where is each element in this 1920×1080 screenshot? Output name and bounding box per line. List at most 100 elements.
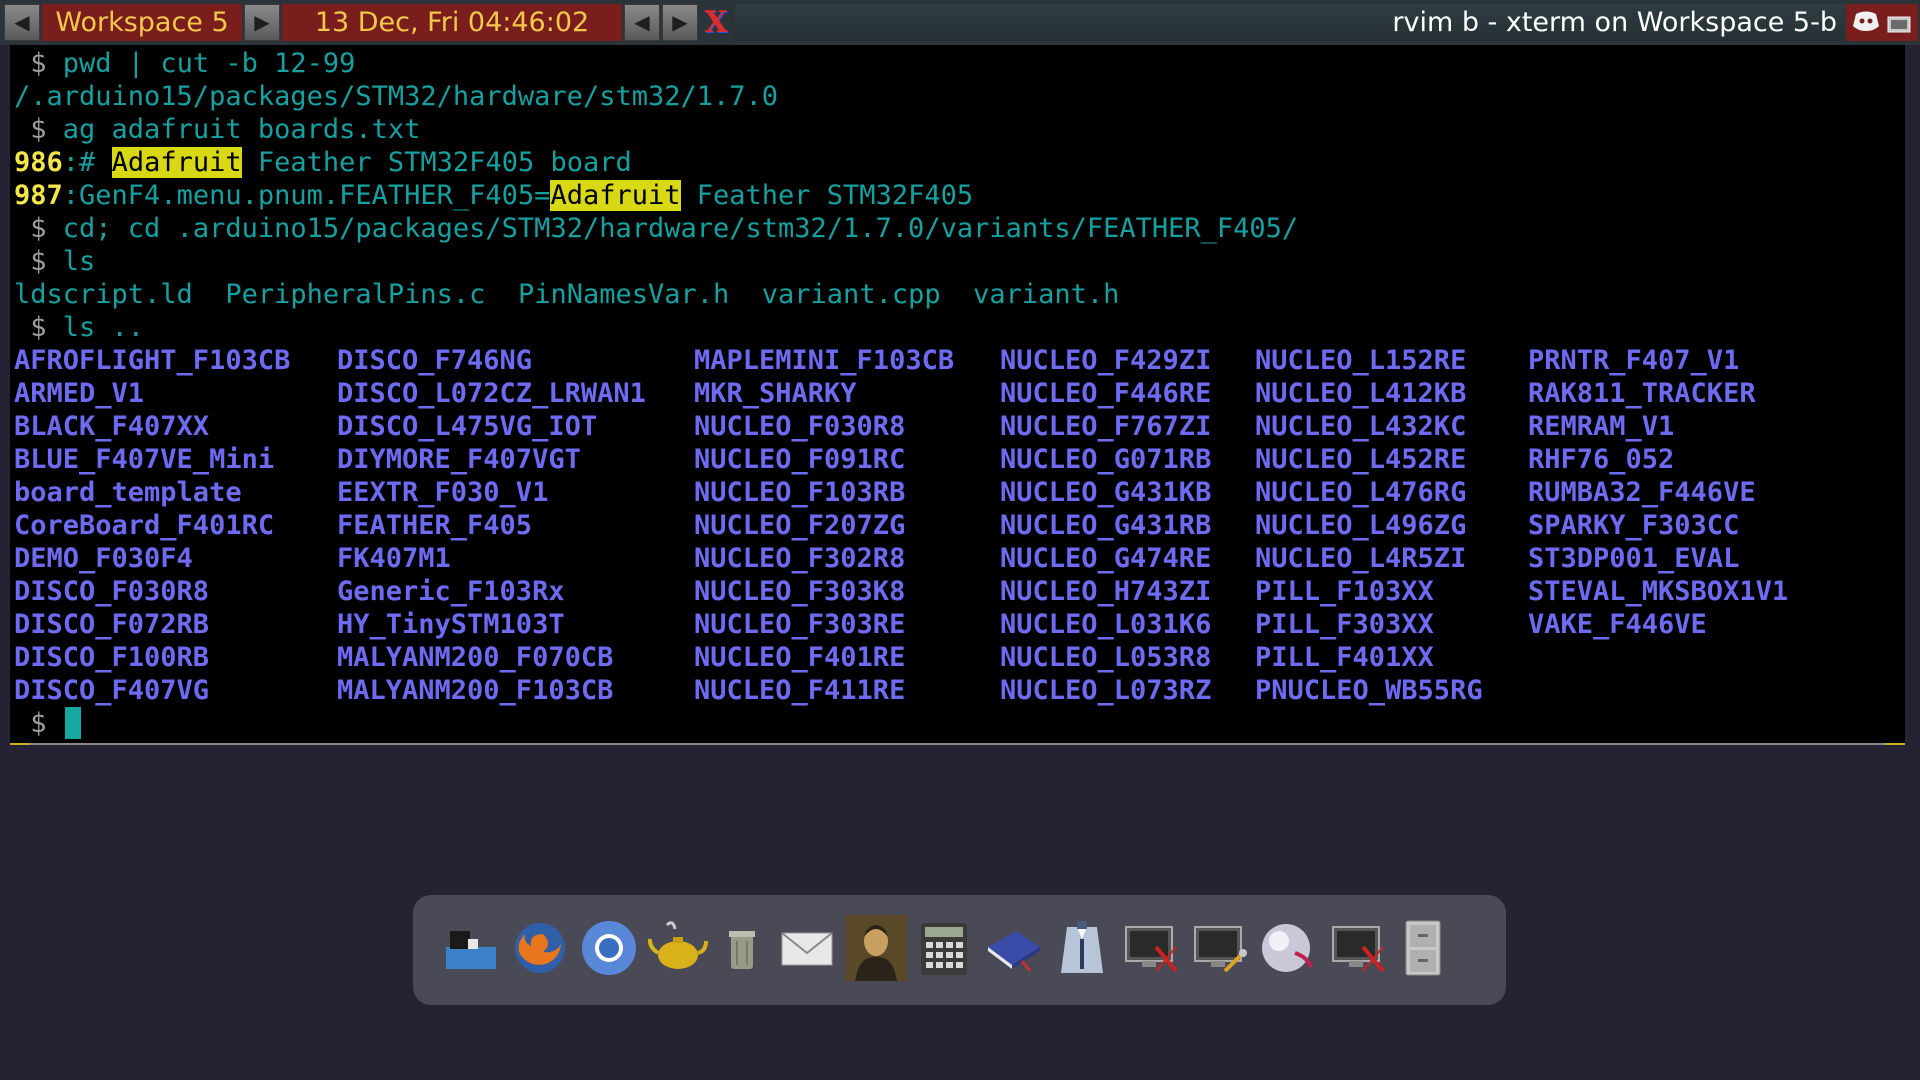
monitor-tools-icon[interactable] [1189, 909, 1251, 987]
chromium-icon[interactable] [578, 909, 640, 987]
search-result-line: 987:GenF4.menu.pnum.FEATHER_F405=Adafrui… [14, 179, 973, 212]
directory-entry: NUCLEO_L452RE [1255, 444, 1467, 475]
directory-entry: REMRAM_V1 [1528, 411, 1675, 442]
directory-entry: NUCLEO_F207ZG [694, 510, 906, 541]
directory-entry: NUCLEO_L073RZ [1000, 675, 1212, 706]
directory-entry: NUCLEO_F302R8 [694, 543, 906, 574]
directory-entry: DISCO_F030R8 [14, 576, 210, 607]
directory-entry: board_template [14, 477, 242, 508]
directory-entry: NUCLEO_F429ZI [1000, 345, 1212, 376]
directory-entry: FEATHER_F405 [337, 510, 533, 541]
directory-entry: NUCLEO_F303K8 [694, 576, 906, 607]
directory-entry: Generic_F103Rx [337, 576, 565, 607]
trash-icon[interactable] [711, 909, 773, 987]
monitor-off-icon[interactable] [1120, 909, 1182, 987]
directory-entry: RUMBA32_F446VE [1528, 477, 1756, 508]
directory-entry: NUCLEO_G071RB [1000, 444, 1212, 475]
directory-entry: HY_TinySTM103T [337, 609, 565, 640]
command-text: ls [62, 246, 96, 277]
window-prev-button[interactable]: ◀ [624, 4, 660, 41]
match-highlight: Adafruit [111, 147, 242, 178]
x-window-icon[interactable]: X [700, 5, 732, 40]
directory-entry: BLUE_F407VE_Mini [14, 444, 275, 475]
directory-entry: DISCO_L072CZ_LRWAN1 [337, 378, 646, 409]
prompt: $ [14, 114, 63, 145]
clock: 13 Dec, Fri 04:46:02 [282, 4, 622, 41]
text-cursor [65, 707, 81, 739]
window-title[interactable]: rvim b - xterm on Workspace 5-b [735, 4, 1845, 41]
command-line: $ cd; cd .arduino15/packages/STM32/hardw… [14, 212, 1298, 245]
suit-icon[interactable] [1051, 909, 1113, 987]
directory-entry: NUCLEO_F446RE [1000, 378, 1212, 409]
match-prefix: :# [62, 147, 112, 178]
command-line: $ ag adafruit boards.txt [14, 113, 420, 146]
final-prompt-line[interactable]: $ [14, 707, 63, 740]
directory-entry: NUCLEO_L031K6 [1000, 609, 1212, 640]
command-text: pwd | cut -b 12-99 [62, 48, 356, 79]
window-next-button[interactable]: ▶ [662, 4, 698, 41]
directory-entry: PILL_F401XX [1255, 642, 1434, 673]
directory-entry: NUCLEO_F091RC [694, 444, 906, 475]
directory-entry: DISCO_F072RB [14, 609, 210, 640]
command-text: ls .. [62, 312, 145, 343]
output-line: /.arduino15/packages/STM32/hardware/stm3… [14, 81, 779, 112]
directory-entry: MALYANM200_F070CB [337, 642, 614, 673]
directory-entry: DISCO_L475VG_IOT [337, 411, 598, 442]
dock-app-icon[interactable] [440, 909, 502, 987]
match-prefix: :GenF4.menu.pnum.FEATHER_F405= [62, 180, 551, 211]
directory-entry: NUCLEO_F411RE [694, 675, 906, 706]
directory-entry: NUCLEO_L412KB [1255, 378, 1467, 409]
workspace-label[interactable]: Workspace 5 [42, 4, 242, 41]
mona-lisa-icon[interactable] [845, 909, 907, 987]
search-result-line: 986:# Adafruit Feather STM32F405 board [14, 146, 632, 179]
monitor-off-2-icon[interactable] [1327, 909, 1389, 987]
match-suffix: Feather STM32F405 board [241, 147, 632, 178]
directory-entry: NUCLEO_F303RE [694, 609, 906, 640]
command-line: $ pwd | cut -b 12-99 [14, 47, 355, 80]
directory-entry: MKR_SHARKY [694, 378, 857, 409]
directory-entry: PILL_F303XX [1255, 609, 1434, 640]
directory-entry: PRNTR_F407_V1 [1528, 345, 1740, 376]
prompt: $ [14, 312, 63, 343]
directory-entry: NUCLEO_H743ZI [1000, 576, 1212, 607]
directory-entry: NUCLEO_L4R5ZI [1255, 543, 1467, 574]
book-icon[interactable] [982, 909, 1044, 987]
system-tray [1846, 4, 1918, 41]
prompt: $ [14, 246, 63, 277]
directory-entry: NUCLEO_G431KB [1000, 477, 1212, 508]
directory-entry: NUCLEO_L476RG [1255, 477, 1467, 508]
directory-entry: DISCO_F407VG [14, 675, 210, 706]
file-entry: variant.h [973, 279, 1120, 310]
workspace-next-button[interactable]: ▶ [244, 4, 280, 41]
xterm-window[interactable]: $ pwd | cut -b 12-99 /.arduino15/package… [10, 45, 1905, 745]
top-panel: ◀ Workspace 5 ▶ 13 Dec, Fri 04:46:02 ◀ ▶… [0, 0, 1920, 45]
sphere-icon[interactable] [1255, 909, 1317, 987]
file-entry: PeripheralPins.c [225, 279, 486, 310]
directory-entry: NUCLEO_L432KC [1255, 411, 1467, 442]
directory-entry: NUCLEO_G431RB [1000, 510, 1212, 541]
directory-entry: DEMO_F030F4 [14, 543, 193, 574]
line-number: 986 [14, 147, 63, 178]
directory-entry: VAKE_F446VE [1528, 609, 1707, 640]
file-entry: PinNamesVar.h [517, 279, 730, 310]
line-number: 987 [14, 180, 63, 211]
directory-entry: STEVAL_MKSBOX1V1 [1528, 576, 1789, 607]
corner-mark [10, 743, 30, 745]
corner-mark [1885, 743, 1905, 745]
directory-entry: CoreBoard_F401RC [14, 510, 275, 541]
workspace-prev-button[interactable]: ◀ [4, 4, 40, 41]
command-text: cd; cd .arduino15/packages/STM32/hardwar… [62, 213, 1299, 244]
firefox-icon[interactable] [509, 909, 571, 987]
file-cabinet-icon[interactable] [1392, 909, 1454, 987]
dock [413, 895, 1506, 1005]
teapot-icon[interactable] [647, 909, 709, 987]
mail-icon[interactable] [776, 909, 838, 987]
directory-entry: AFROFLIGHT_F103CB [14, 345, 291, 376]
directory-entry: EEXTR_F030_V1 [337, 477, 549, 508]
directory-entry: NUCLEO_L053R8 [1000, 642, 1212, 673]
prompt: $ [14, 213, 63, 244]
discord-tray-icon[interactable] [1846, 4, 1918, 41]
match-suffix: Feather STM32F405 [680, 180, 974, 211]
file-entry: ldscript.ld [14, 279, 193, 310]
calculator-icon[interactable] [913, 909, 975, 987]
